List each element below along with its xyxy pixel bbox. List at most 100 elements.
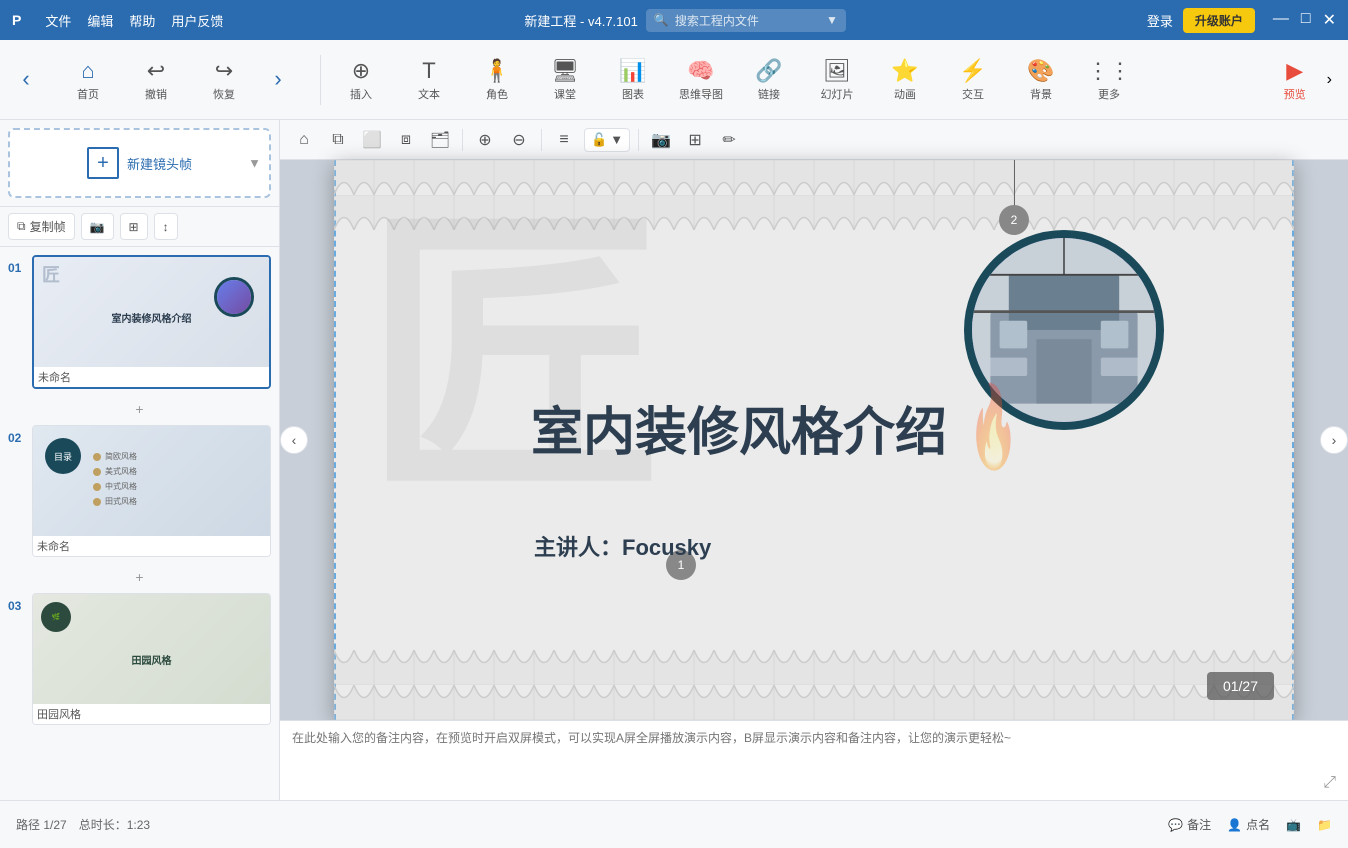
more-icon: ⋮⋮ bbox=[1087, 58, 1131, 84]
badge-2-label: 2 bbox=[1011, 213, 1018, 227]
ct-lock-dropdown[interactable]: 🔓 ▼ bbox=[584, 128, 630, 152]
toolbar-slideshow[interactable]: 🖼 幻灯片 bbox=[805, 48, 869, 112]
more-label: 更多 bbox=[1098, 86, 1120, 102]
background-icon: 🎨 bbox=[1027, 58, 1054, 84]
toolbar-nav: ‹ ⌂ 首页 ↩ 撤销 ↪ 恢复 › bbox=[8, 48, 312, 112]
menu-feedback[interactable]: 用户反馈 bbox=[171, 11, 223, 30]
main-content: + 新建镜头帧 ▼ ⧉ 复制帧 📷 ⊞ ↕ 01 bbox=[0, 120, 1348, 800]
slide-thumb-3[interactable]: 🌿 田园风格 田园风格 bbox=[32, 593, 271, 725]
toolbar-home[interactable]: ⌂ 首页 bbox=[56, 48, 120, 112]
toolbar-chart[interactable]: 📊 图表 bbox=[601, 48, 665, 112]
nav-next-icon: › bbox=[274, 66, 281, 92]
ct-sep-1 bbox=[462, 129, 463, 151]
slide-thumb-inner-1: 匠 室内装修风格介绍 bbox=[34, 257, 269, 367]
new-frame-label: 新建镜头帧 bbox=[127, 154, 192, 173]
slides-list: 01 匠 室内装修风格介绍 bbox=[0, 247, 279, 800]
slide-add-between-1-2[interactable]: + bbox=[8, 397, 271, 421]
slide-thumb-1[interactable]: 匠 室内装修风格介绍 未命名 bbox=[32, 255, 271, 389]
nav-prev[interactable]: ‹ bbox=[8, 48, 52, 112]
toolbar-link[interactable]: 🔗 链接 bbox=[737, 48, 801, 112]
lock-icon: 🔓 bbox=[591, 132, 607, 148]
sidebar-top: + 新建镜头帧 ▼ bbox=[0, 120, 279, 207]
nav-end[interactable]: › bbox=[1327, 71, 1340, 89]
sort-button[interactable]: ↕ bbox=[154, 213, 178, 240]
grid-button[interactable]: ⊞ bbox=[120, 213, 148, 240]
slide-thumb-2[interactable]: 目录 简欧风格 美式风格 中式风格 田式风格 未命名 bbox=[32, 425, 271, 557]
toolbar-end: ▶ 预览 › bbox=[1263, 48, 1340, 112]
collapse-right-area: › bbox=[1320, 426, 1348, 454]
minimize-button[interactable]: — bbox=[1273, 10, 1289, 30]
toolbar-redo[interactable]: ↪ 恢复 bbox=[192, 48, 256, 112]
preview-label: 预览 bbox=[1284, 86, 1306, 102]
folder-icon: 📁 bbox=[1317, 818, 1332, 832]
ct-zoom-out[interactable]: ⊖ bbox=[505, 126, 533, 154]
toolbar-mindmap[interactable]: 🧠 思维导图 bbox=[669, 48, 733, 112]
notes-expand-button[interactable]: ⤢ bbox=[1323, 774, 1336, 792]
slide-add-between-2-3[interactable]: + bbox=[8, 565, 271, 589]
ct-copy-icon[interactable]: ⧉ bbox=[324, 126, 352, 154]
slide-title[interactable]: 室内装修风格介绍 bbox=[464, 390, 1014, 465]
menu-edit[interactable]: 编辑 bbox=[87, 11, 113, 30]
notes-area: ⤢ bbox=[280, 720, 1348, 800]
slide-canvas[interactable]: 匠 2 bbox=[334, 160, 1294, 720]
titlebar-left: P 文件 编辑 帮助 用户反馈 bbox=[12, 11, 223, 30]
toolbar-classroom[interactable]: 🖥 课堂 bbox=[533, 48, 597, 112]
search-icon: 🔍 bbox=[654, 13, 669, 27]
toolbar-text[interactable]: T 文本 bbox=[397, 48, 461, 112]
app-logo: P bbox=[12, 12, 21, 28]
insert-label: 插入 bbox=[350, 86, 372, 102]
nav-end-icon: › bbox=[1327, 71, 1332, 89]
search-dropdown-icon: ▼ bbox=[826, 13, 838, 27]
screen-button[interactable]: 📺 bbox=[1286, 818, 1301, 832]
ct-home-icon[interactable]: ⌂ bbox=[290, 126, 318, 154]
toolbar-insert[interactable]: ⊕ 插入 bbox=[329, 48, 393, 112]
redo-label: 恢复 bbox=[213, 86, 235, 102]
toolbar-animation[interactable]: ⭐ 动画 bbox=[873, 48, 937, 112]
toolbar-background[interactable]: 🎨 背景 bbox=[1009, 48, 1073, 112]
ct-edit[interactable]: ✏ bbox=[715, 126, 743, 154]
preview-icon: ▶ bbox=[1286, 58, 1303, 84]
notes-button[interactable]: 💬 备注 bbox=[1168, 816, 1211, 833]
login-button[interactable]: 登录 bbox=[1147, 11, 1173, 30]
slide-subtitle-text: 主讲人：Focusky bbox=[534, 535, 711, 560]
collapse-right-button[interactable]: › bbox=[1320, 426, 1348, 454]
pointname-label: 点名 bbox=[1246, 816, 1270, 833]
ct-camera[interactable]: 📷 bbox=[647, 126, 675, 154]
slide-item-3: 03 🌿 田园风格 田园风格 bbox=[8, 593, 271, 725]
ct-grid[interactable]: ⊞ bbox=[681, 126, 709, 154]
slide-item-1: 01 匠 室内装修风格介绍 bbox=[8, 255, 271, 389]
text-label: 文本 bbox=[418, 86, 440, 102]
search-bar[interactable]: 🔍 搜索工程内文件 ▼ bbox=[646, 9, 846, 32]
slide-name-1: 未命名 bbox=[34, 367, 269, 387]
toolbar-more[interactable]: ⋮⋮ 更多 bbox=[1077, 48, 1141, 112]
slide-subtitle[interactable]: 主讲人：Focusky bbox=[534, 530, 711, 562]
upgrade-button[interactable]: 升级账户 bbox=[1183, 8, 1255, 33]
ct-multi-icon[interactable]: ⧈ bbox=[392, 126, 420, 154]
copy-frame-button[interactable]: ⧉ 复制帧 bbox=[8, 213, 75, 240]
ct-zoom-in[interactable]: ⊕ bbox=[471, 126, 499, 154]
menu-file[interactable]: 文件 bbox=[45, 11, 71, 30]
maximize-button[interactable]: □ bbox=[1301, 10, 1311, 30]
close-button[interactable]: ✕ bbox=[1323, 10, 1336, 30]
pointname-button[interactable]: 👤 点名 bbox=[1227, 816, 1270, 833]
notes-input[interactable] bbox=[292, 729, 1336, 792]
menu-help[interactable]: 帮助 bbox=[129, 11, 155, 30]
classroom-icon: 🖥 bbox=[551, 58, 579, 84]
sidebar: + 新建镜头帧 ▼ ⧉ 复制帧 📷 ⊞ ↕ 01 bbox=[0, 120, 280, 800]
animation-icon: ⭐ bbox=[891, 58, 918, 84]
toolbar-character[interactable]: 🧍 角色 bbox=[465, 48, 529, 112]
nav-next[interactable]: › bbox=[260, 48, 304, 112]
toolbar-preview[interactable]: ▶ 预览 bbox=[1263, 48, 1327, 112]
ct-text-align[interactable]: ≡ bbox=[550, 126, 578, 154]
ct-stack-icon[interactable]: 🗂 bbox=[426, 126, 454, 154]
ct-frame-icon[interactable]: ⬜ bbox=[358, 126, 386, 154]
toolbar-interact[interactable]: ⚡ 交互 bbox=[941, 48, 1005, 112]
screenshot-button[interactable]: 📷 bbox=[81, 213, 114, 240]
folder-button[interactable]: 📁 bbox=[1317, 818, 1332, 832]
slide-main-char: 匠 bbox=[364, 210, 664, 510]
toolbar-undo[interactable]: ↩ 撤销 bbox=[124, 48, 188, 112]
collapse-left-button[interactable]: ‹ bbox=[280, 426, 308, 454]
mindmap-label: 思维导图 bbox=[679, 86, 723, 102]
new-frame-button[interactable]: + 新建镜头帧 ▼ bbox=[8, 128, 271, 198]
slide-thumb-inner-3: 🌿 田园风格 bbox=[33, 594, 270, 704]
